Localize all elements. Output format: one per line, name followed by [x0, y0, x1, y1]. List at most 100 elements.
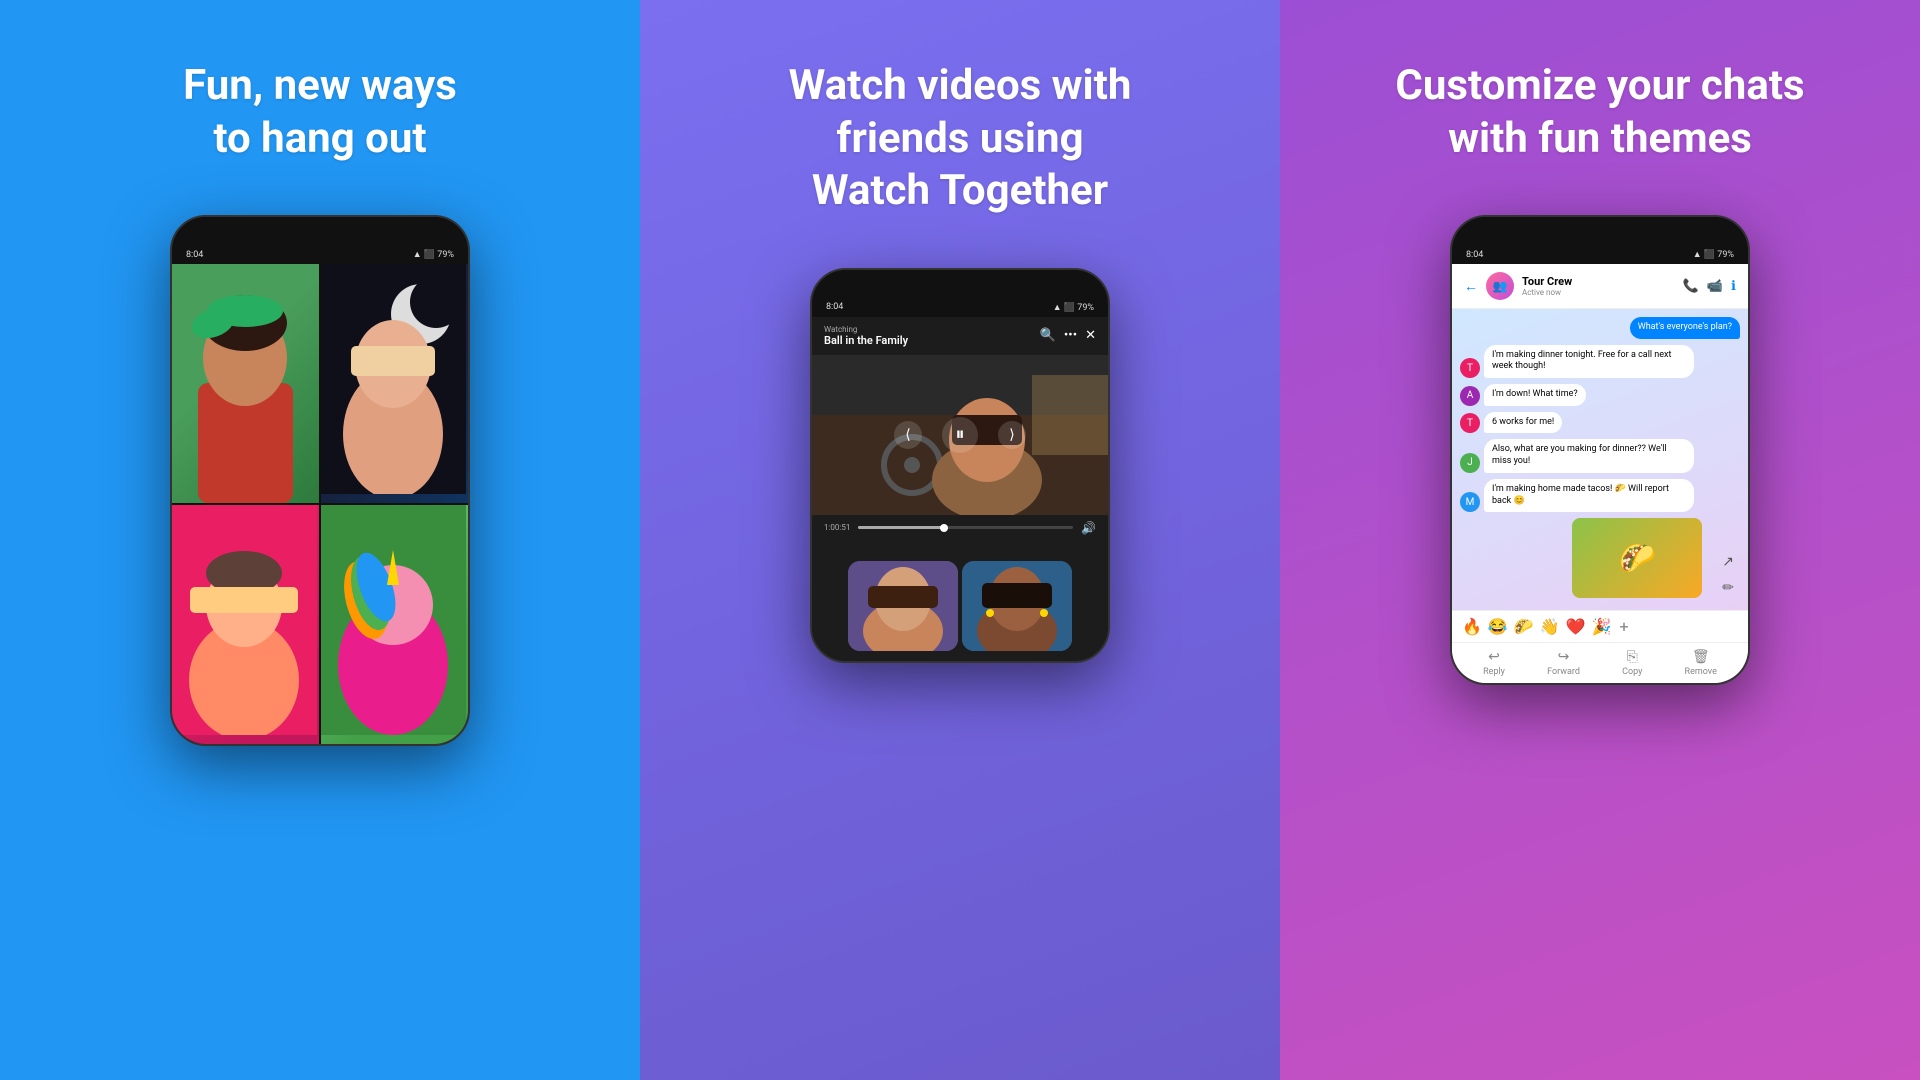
panel-1-phone-wrapper: 8:04 ▲ ⬛ 79% — [170, 215, 470, 1040]
phone-notch-3 — [1555, 217, 1645, 233]
copy-label: Copy — [1622, 667, 1642, 677]
volume-icon[interactable]: 🔊 — [1081, 521, 1096, 535]
phone-call-icon[interactable]: 📞 — [1683, 279, 1699, 294]
wt-progress-bar: 1:00:51 🔊 — [812, 515, 1108, 541]
avatar-recv-5: M — [1460, 492, 1480, 512]
reply-button[interactable]: ↩ Reply — [1483, 649, 1505, 677]
avatar-recv-2: A — [1460, 386, 1480, 406]
wt-participant-2 — [962, 561, 1072, 651]
info-icon[interactable]: ℹ — [1731, 279, 1736, 294]
wt-participants — [812, 541, 1108, 661]
remove-icon: 🗑 — [1692, 649, 1710, 665]
message-recv-3: T 6 works for me! — [1460, 412, 1740, 434]
video-cell-4 — [321, 505, 468, 744]
chat-footer: ↩ Reply ↪ Forward ⎘ Copy 🗑 Remove — [1452, 642, 1748, 683]
panel-3: Customize your chats with fun themes 8:0… — [1280, 0, 1920, 1080]
message-recv-5: M I'm making home made tacos! 🌮 Will rep… — [1460, 479, 1740, 512]
reaction-party[interactable]: 🎉 — [1592, 617, 1612, 636]
share-icon[interactable]: ↗ — [1722, 554, 1734, 570]
chat-header: ← 👥 Tour Crew Active now 📞 📹 ℹ — [1452, 264, 1748, 309]
panel-2-title: Watch videos with friends using Watch To… — [789, 60, 1132, 218]
copy-icon: ⎘ — [1627, 649, 1638, 665]
chat-avatar: 👥 — [1486, 272, 1514, 300]
message-recv-2: A I'm down! What time? — [1460, 384, 1740, 406]
chat-image-preview: 🌮 — [1572, 518, 1702, 598]
forward-label: Forward — [1547, 667, 1580, 677]
remove-label: Remove — [1685, 667, 1717, 677]
message-bubble-recv-4: Also, what are you making for dinner?? W… — [1484, 439, 1694, 472]
message-recv-1: T I'm making dinner tonight. Free for a … — [1460, 345, 1740, 378]
reply-icon: ↩ — [1488, 649, 1500, 665]
watch-together-screen: Watching Ball in the Family 🔍 ••• ✕ — [812, 317, 1108, 661]
status-time-1: 8:04 — [186, 250, 203, 260]
wt-header: Watching Ball in the Family 🔍 ••• ✕ — [812, 317, 1108, 355]
phone-status-bar-2: 8:04 ▲ ⬛ 79% — [812, 298, 1108, 317]
wt-seek-dot — [940, 524, 948, 532]
message-sent-1: What's everyone's plan? — [1460, 317, 1740, 339]
phone-status-bar-3: 8:04 ▲ ⬛ 79% — [1452, 245, 1748, 264]
message-bubble-recv-2: I'm down! What time? — [1484, 384, 1586, 406]
wt-watching-label: Watching — [824, 325, 908, 334]
chat-screen: ← 👥 Tour Crew Active now 📞 📹 ℹ W — [1452, 264, 1748, 683]
phone-status-bar-1: 8:04 ▲ ⬛ 79% — [172, 245, 468, 264]
message-bubble-recv-5: I'm making home made tacos! 🌮 Will repor… — [1484, 479, 1694, 512]
copy-button[interactable]: ⎘ Copy — [1622, 649, 1642, 677]
video-cell-3 — [172, 505, 319, 744]
person-1 — [172, 264, 319, 503]
skip-forward-button[interactable]: ⟩ — [998, 421, 1026, 449]
forward-button[interactable]: ↪ Forward — [1547, 649, 1580, 677]
chat-name: Tour Crew — [1522, 275, 1675, 288]
reaction-taco[interactable]: 🌮 — [1514, 617, 1534, 636]
chat-messages: What's everyone's plan? T I'm making din… — [1452, 309, 1748, 610]
status-time-2: 8:04 — [826, 302, 843, 312]
wt-current-time: 1:00:51 — [824, 523, 850, 532]
message-recv-4: J Also, what are you making for dinner??… — [1460, 439, 1740, 472]
chat-action-icons: ↗ ✏ — [1716, 548, 1740, 602]
chat-sub: Active now — [1522, 288, 1675, 297]
video-call-icon[interactable]: 📹 — [1707, 279, 1723, 294]
wt-header-icons: 🔍 ••• ✕ — [1040, 328, 1096, 343]
status-time-3: 8:04 — [1466, 250, 1483, 260]
wt-header-left: Watching Ball in the Family — [824, 325, 908, 347]
panel-1-phone: 8:04 ▲ ⬛ 79% — [170, 215, 470, 746]
back-button[interactable]: ← — [1464, 278, 1478, 295]
panel-2-phone: 8:04 ▲ ⬛ 79% Watching Ball in the Family… — [810, 268, 1110, 663]
video-cell-2 — [321, 264, 468, 503]
avatar-recv-4: J — [1460, 453, 1480, 473]
video-cell-1 — [172, 264, 319, 503]
wt-seekbar[interactable] — [858, 526, 1073, 529]
reaction-fire[interactable]: 🔥 — [1462, 617, 1482, 636]
add-reaction-button[interactable]: + — [1620, 617, 1629, 636]
chat-name-block: Tour Crew Active now — [1522, 275, 1675, 297]
panel-1-title: Fun, new ways to hang out — [183, 60, 457, 165]
reaction-wave[interactable]: 👋 — [1540, 617, 1560, 636]
chat-reactions: 🔥 😂 🌮 👋 ❤️ 🎉 + — [1452, 610, 1748, 642]
phone-notch-1 — [275, 217, 365, 233]
panel-2-phone-wrapper: 8:04 ▲ ⬛ 79% Watching Ball in the Family… — [810, 268, 1110, 1041]
wt-show-title: Ball in the Family — [824, 334, 908, 347]
chat-header-icons: 📞 📹 ℹ — [1683, 279, 1736, 294]
more-options-icon[interactable]: ••• — [1064, 328, 1077, 343]
panel-3-phone: 8:04 ▲ ⬛ 79% ← 👥 Tour Crew Active now 📞 … — [1450, 215, 1750, 685]
skip-back-button[interactable]: ⟨ — [894, 421, 922, 449]
status-icons-1: ▲ ⬛ 79% — [413, 249, 454, 260]
panel-2: Watch videos with friends using Watch To… — [640, 0, 1280, 1080]
close-icon[interactable]: ✕ — [1085, 328, 1096, 343]
message-bubble-recv-3: 6 works for me! — [1484, 412, 1562, 434]
reaction-laugh[interactable]: 😂 — [1488, 617, 1508, 636]
phone-top-bar-3 — [1452, 217, 1748, 245]
phone-top-bar-2 — [812, 270, 1108, 298]
video-call-grid — [172, 264, 468, 744]
pause-button[interactable]: ⏸ — [942, 417, 978, 453]
reaction-heart[interactable]: ❤️ — [1566, 617, 1586, 636]
wt-bar-fill — [858, 526, 944, 529]
search-icon[interactable]: 🔍 — [1040, 328, 1056, 343]
avatar-recv-3: T — [1460, 413, 1480, 433]
panel-3-phone-wrapper: 8:04 ▲ ⬛ 79% ← 👥 Tour Crew Active now 📞 … — [1450, 215, 1750, 1040]
avatar-recv-1: T — [1460, 358, 1480, 378]
wt-participant-1 — [848, 561, 958, 651]
wt-video-player: ⟨ ⏸ ⟩ — [812, 355, 1108, 515]
panel-1: Fun, new ways to hang out 8:04 ▲ ⬛ 79% — [0, 0, 640, 1080]
remove-button[interactable]: 🗑 Remove — [1685, 649, 1717, 677]
edit-icon[interactable]: ✏ — [1722, 580, 1734, 596]
